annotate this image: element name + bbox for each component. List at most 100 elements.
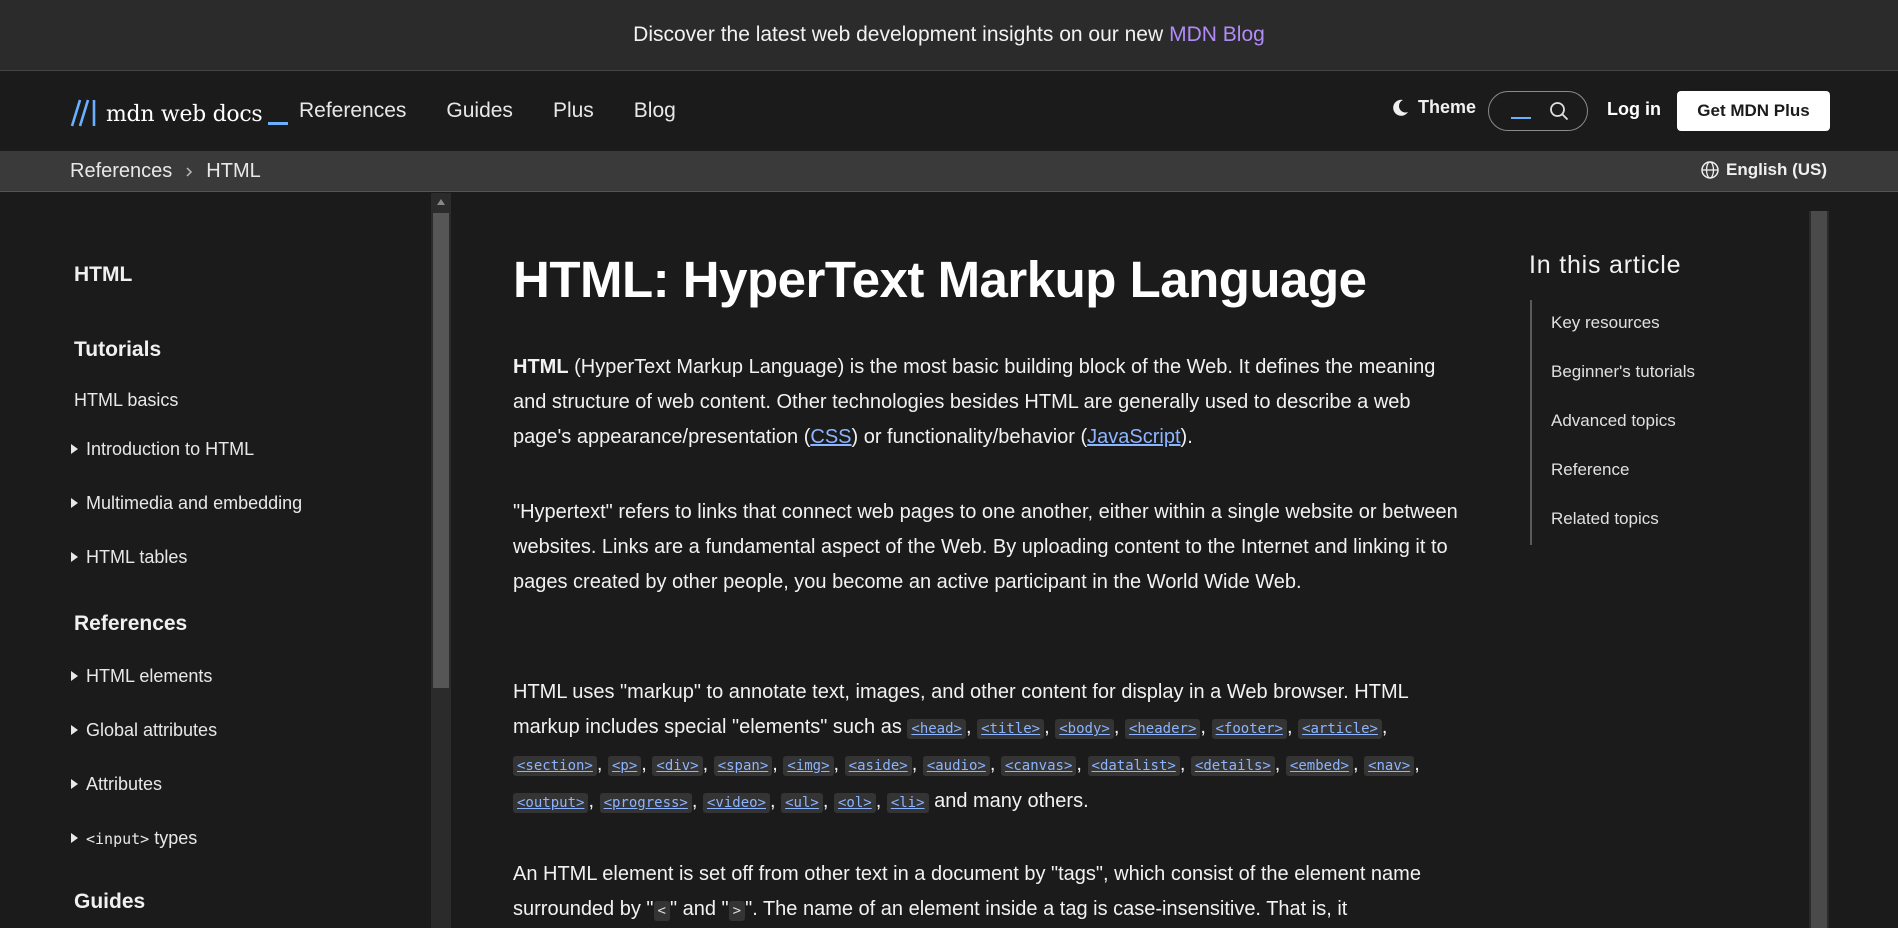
sidebar-item-introduction-to-html[interactable]: Introduction to HTML [71, 439, 254, 460]
sidebar-heading-html[interactable]: HTML [74, 263, 132, 287]
element-tag-link[interactable]: <aside> [844, 756, 912, 776]
banner-blog-link[interactable]: MDN Blog [1169, 23, 1265, 47]
element-tag-link[interactable]: <embed> [1285, 756, 1353, 776]
expand-triangle-icon [71, 725, 78, 735]
search-icon[interactable] [1549, 101, 1569, 121]
toc-item-reference[interactable]: Reference [1551, 460, 1629, 480]
element-tag-link[interactable]: <article> [1298, 719, 1382, 739]
element-tag-link[interactable]: <header> [1124, 719, 1201, 739]
sidebar-heading-tutorials[interactable]: Tutorials [74, 338, 161, 362]
announcement-banner: Discover the latest web development insi… [0, 0, 1898, 71]
sidebar-scrollbar-thumb[interactable] [433, 213, 449, 688]
sidebar-item-html-tables[interactable]: HTML tables [71, 547, 187, 568]
sidebar-item-label: HTML tables [86, 547, 188, 567]
sidebar-item-global-attributes[interactable]: Global attributes [71, 720, 217, 741]
expand-triangle-icon [71, 552, 78, 562]
element-tag-link[interactable]: <img> [783, 756, 834, 776]
get-mdn-plus-button[interactable]: Get MDN Plus [1677, 91, 1830, 131]
mdn-logo[interactable]: mdn web docs [70, 97, 289, 127]
login-link[interactable]: Log in [1607, 99, 1661, 120]
element-tag-link[interactable]: <head> [907, 719, 966, 739]
sidebar-heading-guides[interactable]: Guides [74, 890, 145, 914]
element-tag-link[interactable]: <canvas> [1000, 756, 1077, 776]
sidebar-item-attributes[interactable]: Attributes [71, 774, 162, 795]
paragraph-text: " and " [669, 898, 729, 920]
element-tag-link[interactable]: <ul> [781, 793, 823, 813]
html-strong: HTML [513, 356, 569, 378]
element-tag-link[interactable]: <li> [886, 793, 929, 813]
breadcrumb-bar: References HTML English (US) [0, 152, 1898, 192]
toc-item-related-topics[interactable]: Related topics [1551, 509, 1659, 529]
breadcrumb-references[interactable]: References [70, 160, 172, 183]
search-input[interactable] [1488, 91, 1588, 131]
main-scrollbar-thumb[interactable] [1811, 211, 1827, 928]
element-tag-link[interactable]: <span> [713, 756, 773, 776]
toc-item-advanced-topics[interactable]: Advanced topics [1551, 411, 1676, 431]
sidebar-heading-references[interactable]: References [74, 612, 187, 636]
sidebar-item-input-types[interactable]: <input> types [71, 828, 197, 849]
greater-than-code: > [728, 901, 746, 921]
expand-triangle-icon [71, 498, 78, 508]
sidebar-item-multimedia-and-embedding[interactable]: Multimedia and embedding [71, 493, 302, 514]
scroll-up-arrow-icon[interactable] [437, 199, 445, 205]
markup-paragraph: HTML uses "markup" to annotate text, ima… [513, 675, 1473, 821]
breadcrumb-html[interactable]: HTML [206, 160, 260, 183]
toc-item-key-resources[interactable]: Key resources [1551, 313, 1660, 333]
expand-triangle-icon [71, 444, 78, 454]
logo-text: mdn web docs [106, 102, 263, 127]
page-title: HTML: HyperText Markup Language [513, 251, 1367, 308]
sidebar: HTML Tutorials HTML basics Introduction … [0, 193, 431, 928]
sidebar-scrollbar[interactable] [431, 193, 451, 928]
main-scrollbar[interactable] [1809, 211, 1829, 928]
sidebar-item-label: Attributes [86, 774, 163, 794]
element-tag-link[interactable]: <details> [1190, 756, 1275, 776]
element-tag-link[interactable]: <ol> [833, 793, 876, 813]
language-selector[interactable]: English (US) [1700, 160, 1827, 180]
chevron-right-icon [186, 166, 193, 177]
element-tag-link[interactable]: <nav> [1364, 756, 1415, 776]
expand-triangle-icon [71, 671, 78, 681]
element-tag-link[interactable]: <section> [513, 756, 597, 776]
sidebar-item-label: Multimedia and embedding [86, 493, 303, 513]
paragraph-text: ) or functionality/behavior ( [851, 426, 1088, 448]
css-link[interactable]: CSS [810, 426, 851, 448]
sidebar-item-label: Global attributes [86, 720, 218, 740]
element-tag-link[interactable]: <audio> [922, 756, 990, 776]
nav-plus[interactable]: Plus [553, 99, 594, 123]
breadcrumb: References HTML [70, 160, 261, 183]
element-tag-link[interactable]: <div> [652, 756, 703, 776]
toc-item-beginners-tutorials[interactable]: Beginner's tutorials [1551, 362, 1695, 382]
sidebar-item-label: HTML elements [86, 666, 213, 686]
sidebar-item-code: <input> [86, 830, 150, 848]
element-tag-link[interactable]: <p> [607, 756, 642, 776]
less-than-code: < [653, 901, 670, 921]
element-tag-link[interactable]: <footer> [1211, 719, 1287, 739]
paragraph-text: and many others. [928, 790, 1089, 812]
javascript-link[interactable]: JavaScript [1087, 426, 1180, 448]
sidebar-item-html-basics[interactable]: HTML basics [74, 390, 178, 411]
sidebar-item-html-elements[interactable]: HTML elements [71, 666, 212, 687]
hypertext-paragraph: "Hypertext" refers to links that connect… [513, 501, 1458, 593]
toc-title: In this article [1529, 251, 1682, 279]
language-label: English (US) [1726, 160, 1828, 179]
expand-triangle-icon [71, 833, 78, 843]
element-tag-link[interactable]: <datalist> [1087, 756, 1180, 776]
theme-toggle[interactable]: Theme [1390, 97, 1476, 118]
nav-blog[interactable]: Blog [634, 99, 676, 123]
moon-icon [1393, 99, 1408, 116]
paragraph-text: ". The name of an element inside a tag i… [745, 898, 1348, 920]
expand-triangle-icon [71, 779, 78, 789]
nav-guides[interactable]: Guides [446, 99, 513, 123]
logo-cursor [268, 122, 289, 125]
intro-paragraph: HTML (HyperText Markup Language) is the … [513, 350, 1473, 455]
element-tag-link[interactable]: <body> [1055, 719, 1114, 739]
element-tag-link[interactable]: <output> [513, 793, 589, 813]
element-tag-link[interactable]: <progress> [599, 793, 692, 813]
element-tag-link[interactable]: <title> [977, 719, 1045, 739]
element-tag-link[interactable]: <video> [702, 793, 770, 813]
theme-label: Theme [1418, 97, 1477, 117]
nav-references[interactable]: References [299, 99, 406, 123]
main-nav: References Guides Plus Blog [299, 71, 676, 151]
banner-text: Discover the latest web development insi… [633, 23, 1164, 46]
paragraph-text: ). [1180, 426, 1193, 448]
